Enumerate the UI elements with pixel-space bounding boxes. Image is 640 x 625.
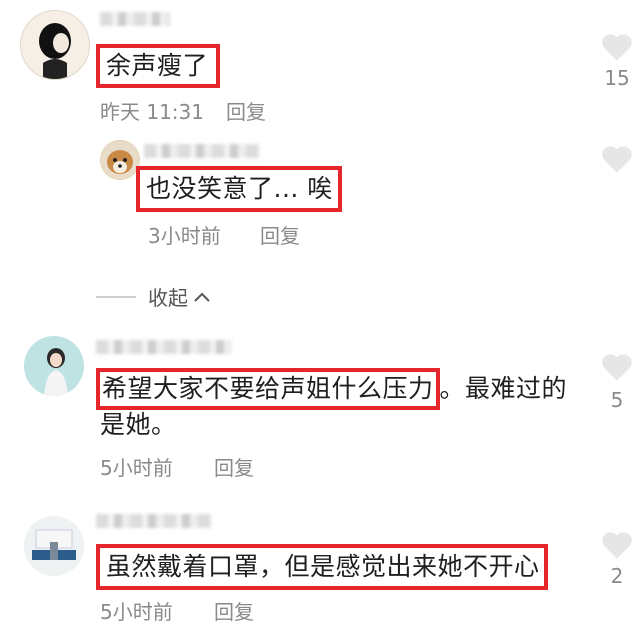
heart-icon[interactable]: [600, 144, 634, 174]
person-avatar-icon: [24, 336, 84, 396]
scene-avatar-icon: [24, 516, 84, 576]
collapse-replies-button[interactable]: 收起: [96, 282, 212, 311]
heart-icon[interactable]: [600, 530, 634, 560]
comment-text: 虽然戴着口罩，但是感觉出来她不开心: [96, 544, 548, 590]
comment-text-content: 虽然戴着口罩，但是感觉出来她不开心: [106, 552, 540, 581]
comment-time: 昨天 11:31: [100, 100, 204, 124]
reply-button[interactable]: 回复: [214, 452, 254, 481]
username-blurred[interactable]: [96, 340, 232, 354]
collapse-label: 收起: [148, 286, 188, 310]
reply-text: 也没笑意了... 唉: [136, 166, 342, 212]
like-count: 5: [610, 388, 624, 412]
heart-icon[interactable]: [600, 352, 634, 382]
reply-text-content: 也没笑意了... 唉: [146, 174, 333, 203]
username-blurred[interactable]: [100, 12, 170, 26]
like-count: 2: [610, 564, 624, 588]
divider-line: [96, 295, 136, 298]
like-count: 15: [604, 66, 630, 90]
chevron-up-icon: [194, 292, 210, 302]
comment-text: 余声瘦了: [96, 44, 220, 88]
avatar-illustration-icon: [21, 11, 89, 79]
comment-text: 希望大家不要给声姐什么压力 。最难过的: [96, 368, 568, 410]
comment-text-line2: 是她。: [100, 410, 177, 439]
avatar[interactable]: [24, 516, 84, 576]
reply-button[interactable]: 回复: [226, 96, 266, 125]
heart-icon[interactable]: [600, 32, 634, 62]
avatar[interactable]: [100, 140, 140, 180]
comment-text-highlighted: 希望大家不要给声姐什么压力: [96, 368, 440, 410]
avatar[interactable]: [24, 336, 84, 396]
username-blurred[interactable]: [144, 144, 260, 158]
username-blurred[interactable]: [96, 514, 212, 528]
comment-time: 5小时前: [100, 456, 173, 480]
reply-time: 3小时前: [148, 224, 221, 248]
dog-avatar-icon: [100, 140, 140, 180]
reply-button[interactable]: 回复: [260, 220, 300, 249]
avatar[interactable]: [20, 10, 90, 80]
comment-text-rest: 。最难过的: [439, 374, 568, 403]
comment-text-content: 余声瘦了: [106, 51, 209, 80]
